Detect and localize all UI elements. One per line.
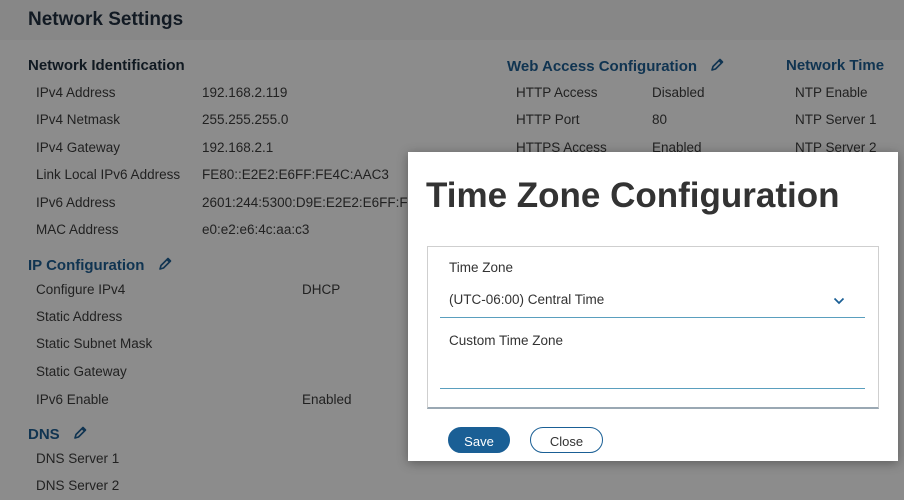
custom-time-zone-input[interactable] <box>440 355 865 387</box>
time-zone-label: Time Zone <box>449 260 514 275</box>
time-zone-form: Time Zone (UTC-06:00) Central Time Custo… <box>427 246 879 409</box>
close-button[interactable]: Close <box>530 427 603 453</box>
time-zone-selected-value: (UTC-06:00) Central Time <box>449 292 605 307</box>
time-zone-dialog: Time Zone Configuration Time Zone (UTC-0… <box>408 152 898 461</box>
time-zone-underline <box>440 317 865 318</box>
chevron-down-icon <box>833 297 845 305</box>
custom-time-zone-underline <box>440 388 865 389</box>
dialog-title: Time Zone Configuration <box>426 176 840 215</box>
save-button[interactable]: Save <box>448 427 510 453</box>
custom-time-zone-label: Custom Time Zone <box>449 333 564 348</box>
time-zone-select[interactable]: (UTC-06:00) Central Time <box>440 285 865 317</box>
